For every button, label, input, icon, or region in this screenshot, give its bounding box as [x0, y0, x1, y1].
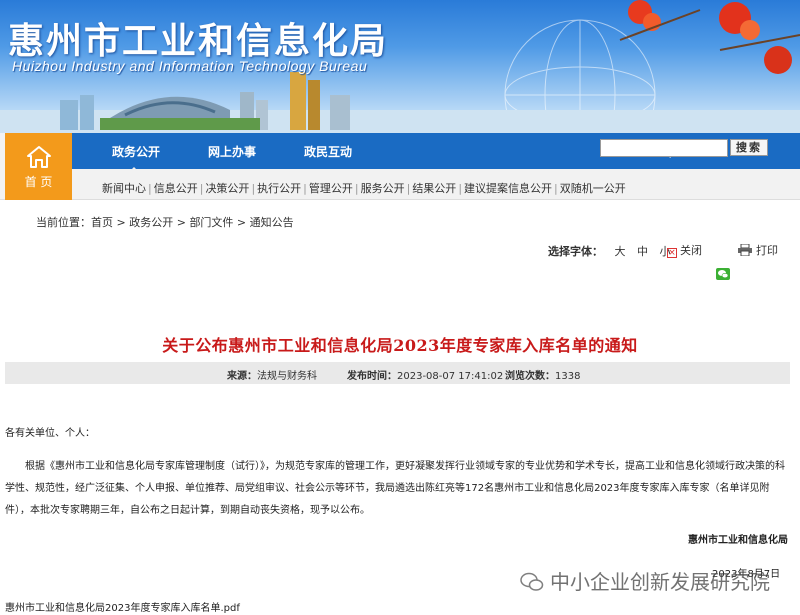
- breadcrumb-gov-affairs[interactable]: 政务公开: [129, 216, 173, 229]
- attachment-link[interactable]: 惠州市工业和信息化局2023年度专家库入库名单.pdf: [5, 599, 240, 614]
- breadcrumb-notices[interactable]: 通知公告: [250, 216, 294, 229]
- main-navigation: 首 页 政务公开 网上办事 政民互动 搜索 新闻中心 | 信息公开 | 决策公开 | 执行公…: [0, 133, 800, 200]
- article-paragraph: 根据《惠州市工业和信息化局专家库管理制度（试行）》，为规范专家库的管理工作，更好…: [5, 461, 785, 516]
- printer-icon: [738, 243, 752, 257]
- subnav-double-random[interactable]: 双随机一公开: [560, 182, 626, 195]
- breadcrumb: 当前位置：首页 > 政务公开 > 部门文件 > 通知公告: [36, 216, 294, 229]
- wechat-share-icon[interactable]: [716, 268, 730, 280]
- watermark: 中小企业创新发展研究院: [520, 566, 770, 595]
- breadcrumb-home[interactable]: 首页: [91, 216, 113, 229]
- subnav-management[interactable]: 管理公开: [309, 182, 353, 195]
- font-size-selector: 选择字体： 大 中 小: [548, 243, 671, 259]
- nav-item-interaction[interactable]: 政民互动: [304, 143, 352, 160]
- subnav-service[interactable]: 服务公开: [361, 182, 405, 195]
- breadcrumb-prefix: 当前位置：: [36, 216, 91, 229]
- subnav-result[interactable]: 结果公开: [412, 182, 456, 195]
- article-greeting: 各有关单位、个人：: [5, 428, 95, 439]
- article-views: 1338: [555, 371, 581, 382]
- close-icon: ×: [667, 248, 677, 258]
- site-subtitle: Huizhou Industry and Information Technol…: [12, 58, 368, 74]
- breadcrumb-dept-docs[interactable]: 部门文件: [189, 216, 233, 229]
- subnav-info-disclosure[interactable]: 信息公开: [154, 182, 198, 195]
- nav-item-gov-affairs[interactable]: 政务公开: [112, 143, 160, 173]
- article-title: 关于公布惠州市工业和信息化局2023年度专家库入库名单的通知: [162, 336, 638, 355]
- subnav-news[interactable]: 新闻中心: [102, 182, 146, 195]
- home-icon: [26, 146, 51, 168]
- font-size-label: 选择字体：: [548, 245, 603, 258]
- subnav-execution[interactable]: 执行公开: [257, 182, 301, 195]
- close-button[interactable]: × 关闭: [667, 242, 702, 258]
- nav-item-online-service[interactable]: 网上办事: [208, 143, 256, 160]
- font-size-large[interactable]: 大: [615, 245, 626, 258]
- subnav-decision[interactable]: 决策公开: [205, 182, 249, 195]
- article-body: 根据《惠州市工业和信息化局专家库管理制度（试行）》，为规范专家库的管理工作，更好…: [5, 456, 793, 522]
- home-button[interactable]: 首 页: [5, 133, 72, 200]
- print-button[interactable]: 打印: [738, 242, 778, 258]
- article-date: 2023-08-07 17:41:02: [397, 371, 504, 382]
- home-label: 首 页: [24, 175, 53, 189]
- sub-navigation: 新闻中心 | 信息公开 | 决策公开 | 执行公开 | 管理公开 | 服务公开 | 结果公开 | 建议提案信…: [102, 182, 626, 195]
- font-size-medium[interactable]: 中: [637, 245, 648, 258]
- search-button[interactable]: 搜索: [730, 139, 768, 156]
- article-signer: 惠州市工业和信息化局: [688, 535, 788, 546]
- wechat-watermark-icon: [520, 572, 544, 591]
- site-title: 惠州市工业和信息化局: [8, 21, 389, 62]
- article-meta: 来源：法规与财务科 发布时间：2023-08-07 17:41:02 浏览次数：…: [5, 362, 790, 384]
- site-banner: 惠州市工业和信息化局 Huizhou Industry and Informat…: [0, 0, 800, 133]
- subnav-proposal[interactable]: 建议提案信息公开: [464, 182, 552, 195]
- search-input[interactable]: [600, 139, 728, 157]
- article-source: 法规与财务科: [257, 371, 317, 382]
